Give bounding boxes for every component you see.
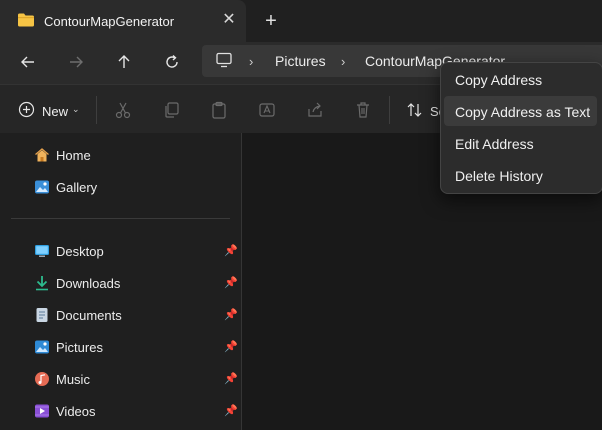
music-icon bbox=[34, 371, 50, 387]
sidebar-item-music[interactable]: Music bbox=[56, 372, 90, 387]
pin-icon[interactable]: 📌 bbox=[224, 372, 238, 385]
pin-icon[interactable]: 📌 bbox=[224, 404, 238, 417]
delete-icon[interactable] bbox=[354, 101, 372, 119]
breadcrumb-item-pictures[interactable]: Pictures bbox=[275, 53, 326, 69]
gallery-icon bbox=[34, 179, 50, 195]
pin-icon[interactable]: 📌 bbox=[224, 308, 238, 321]
sidebar-item-downloads[interactable]: Downloads bbox=[56, 276, 120, 291]
menu-item-delete-history[interactable]: Delete History bbox=[455, 168, 543, 184]
forward-button[interactable] bbox=[63, 50, 89, 74]
menu-item-edit-address[interactable]: Edit Address bbox=[455, 136, 534, 152]
cut-icon[interactable] bbox=[114, 101, 132, 119]
sidebar-item-gallery[interactable]: Gallery bbox=[56, 180, 97, 195]
paste-icon[interactable] bbox=[210, 101, 228, 119]
sidebar-item-home[interactable]: Home bbox=[56, 148, 91, 163]
menu-item-copy-address[interactable]: Copy Address bbox=[455, 72, 542, 88]
pin-icon[interactable]: 📌 bbox=[224, 340, 238, 353]
this-pc-icon[interactable] bbox=[215, 52, 233, 71]
desktop-icon bbox=[34, 243, 50, 259]
sidebar-item-pictures[interactable]: Pictures bbox=[56, 340, 103, 355]
arrow-right-icon bbox=[70, 56, 83, 68]
videos-icon bbox=[34, 403, 50, 419]
share-icon[interactable] bbox=[306, 101, 324, 119]
toolbar-separator bbox=[96, 96, 97, 124]
back-button[interactable] bbox=[15, 50, 41, 74]
new-tab-button[interactable]: + bbox=[262, 10, 280, 32]
refresh-button[interactable] bbox=[159, 50, 185, 74]
pictures-icon bbox=[34, 339, 50, 355]
breadcrumb-chevron-icon[interactable]: › bbox=[341, 54, 345, 69]
documents-icon bbox=[34, 307, 50, 323]
new-button[interactable]: New bbox=[42, 104, 68, 119]
downloads-icon bbox=[34, 275, 50, 291]
sort-icon[interactable] bbox=[406, 101, 424, 119]
rename-icon[interactable] bbox=[258, 101, 276, 119]
chevron-down-icon[interactable]: ⌄ bbox=[72, 104, 80, 115]
sidebar-item-desktop[interactable]: Desktop bbox=[56, 244, 104, 259]
sidebar-item-documents[interactable]: Documents bbox=[56, 308, 122, 323]
refresh-icon bbox=[166, 54, 178, 68]
tab-close-icon[interactable]: ✕ bbox=[220, 10, 238, 30]
toolbar-separator bbox=[389, 96, 390, 124]
menu-item-copy-address-as-text[interactable]: Copy Address as Text bbox=[455, 104, 590, 120]
up-button[interactable] bbox=[111, 50, 137, 74]
folder-icon bbox=[17, 12, 35, 31]
sidebar-separator bbox=[11, 218, 230, 219]
pin-icon[interactable]: 📌 bbox=[224, 276, 238, 289]
pin-icon[interactable]: 📌 bbox=[224, 244, 238, 257]
arrow-left-icon bbox=[21, 56, 34, 68]
breadcrumb-chevron-icon[interactable]: › bbox=[249, 54, 253, 69]
arrow-up-icon bbox=[118, 55, 130, 68]
sidebar-item-videos[interactable]: Videos bbox=[56, 404, 96, 419]
home-icon bbox=[34, 147, 50, 163]
tab-title: ContourMapGenerator bbox=[44, 14, 175, 29]
copy-icon[interactable] bbox=[162, 101, 180, 119]
new-plus-icon[interactable] bbox=[18, 101, 35, 121]
